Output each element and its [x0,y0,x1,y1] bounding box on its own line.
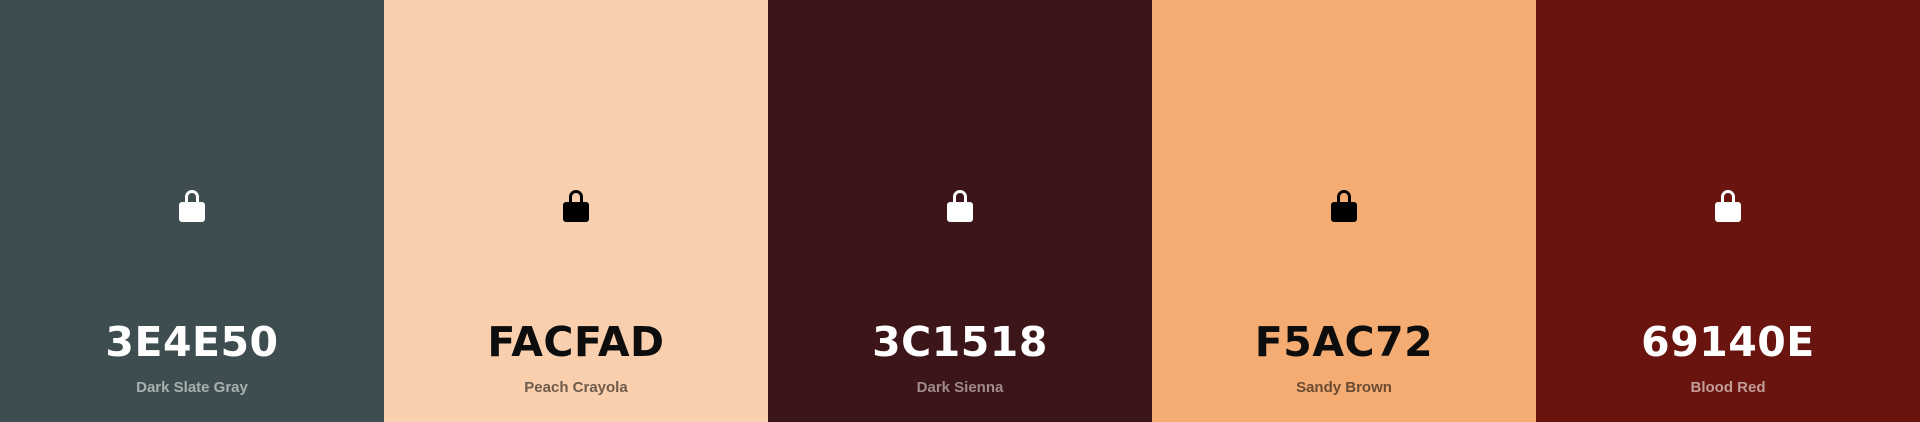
lock-icon[interactable] [1714,188,1742,222]
hex-code[interactable]: 3C1518 [768,318,1152,366]
hex-code[interactable]: FACFAD [384,318,768,366]
color-swatch-blood-red[interactable]: 69140E Blood Red [1536,0,1920,422]
color-swatch-peach-crayola[interactable]: FACFAD Peach Crayola [384,0,768,422]
lock-icon[interactable] [178,188,206,222]
hex-code[interactable]: 69140E [1536,318,1920,366]
color-swatch-dark-sienna[interactable]: 3C1518 Dark Sienna [768,0,1152,422]
color-name: Sandy Brown [1296,379,1392,396]
lock-icon[interactable] [562,188,590,222]
color-swatch-dark-slate-gray[interactable]: 3E4E50 Dark Slate Gray [0,0,384,422]
color-name: Blood Red [1690,379,1766,396]
color-palette: 3E4E50 Dark Slate Gray FACFAD Peach Cray… [0,0,1920,422]
color-name: Dark Slate Gray [136,379,248,396]
color-swatch-sandy-brown[interactable]: F5AC72 Sandy Brown [1152,0,1536,422]
hex-code[interactable]: 3E4E50 [0,318,384,366]
color-name: Peach Crayola [524,379,628,396]
hex-code[interactable]: F5AC72 [1152,318,1536,366]
color-name: Dark Sienna [916,379,1004,396]
lock-icon[interactable] [1330,188,1358,222]
lock-icon[interactable] [946,188,974,222]
